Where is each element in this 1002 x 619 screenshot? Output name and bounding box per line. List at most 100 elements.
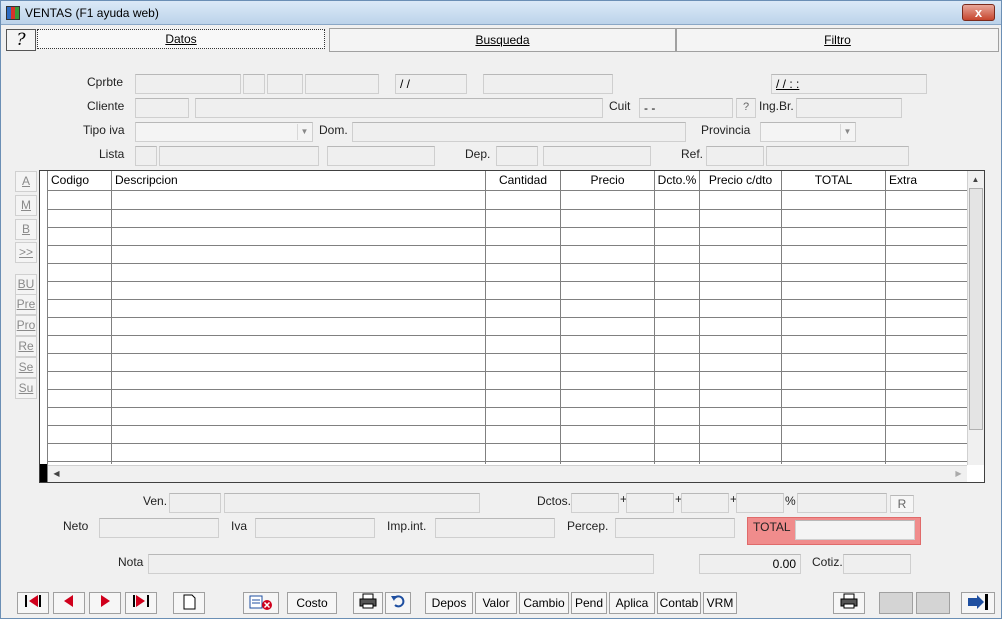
- cprbte-letter-field[interactable]: [243, 74, 265, 94]
- cprbte-extra-field[interactable]: [483, 74, 613, 94]
- ingbr-field[interactable]: [796, 98, 902, 118]
- dcto3-field[interactable]: [681, 493, 729, 513]
- close-button[interactable]: x: [962, 4, 995, 21]
- column-header[interactable]: Cantidad: [486, 171, 561, 191]
- table-row[interactable]: [48, 281, 968, 282]
- column-header[interactable]: Precio c/dto: [700, 171, 782, 191]
- column-header[interactable]: Extra: [886, 171, 968, 191]
- column-header[interactable]: Precio: [561, 171, 655, 191]
- next-record-button[interactable]: [89, 592, 121, 614]
- dep-code-field[interactable]: [496, 146, 538, 166]
- side-button-1[interactable]: M: [15, 195, 37, 216]
- column-header[interactable]: Dcto.%: [655, 171, 700, 191]
- prev-record-button[interactable]: [53, 592, 85, 614]
- cotiz-field[interactable]: [843, 554, 911, 574]
- vrm-button[interactable]: VRM: [703, 592, 737, 614]
- pend-button[interactable]: Pend: [571, 592, 607, 614]
- percep-field[interactable]: [615, 518, 735, 538]
- side-button-0[interactable]: A: [15, 171, 37, 192]
- contab-button[interactable]: Contab: [657, 592, 701, 614]
- tab-filtro[interactable]: Filtro: [676, 28, 999, 52]
- table-row[interactable]: [48, 227, 968, 228]
- iva-field[interactable]: [255, 518, 375, 538]
- lista-code-field[interactable]: [135, 146, 157, 166]
- cambio-button[interactable]: Cambio: [519, 592, 569, 614]
- table-row[interactable]: [48, 371, 968, 372]
- provincia-combo[interactable]: ▼: [760, 122, 856, 142]
- tab-busqueda[interactable]: Busqueda: [329, 28, 676, 52]
- aplica-button[interactable]: Aplica: [609, 592, 655, 614]
- table-row[interactable]: [48, 461, 968, 462]
- side-button-7[interactable]: Re: [15, 336, 37, 357]
- costo-button[interactable]: Costo: [287, 592, 337, 614]
- table-row[interactable]: [48, 353, 968, 354]
- cliente-code-field[interactable]: [135, 98, 189, 118]
- table-row[interactable]: [48, 263, 968, 264]
- undo-button[interactable]: [385, 592, 411, 614]
- table-row[interactable]: [48, 299, 968, 300]
- valor-button[interactable]: Valor: [475, 592, 517, 614]
- help-button[interactable]: ?: [6, 29, 36, 51]
- cprbte-branch-field[interactable]: [267, 74, 303, 94]
- cprbte-date-field[interactable]: / /: [395, 74, 467, 94]
- dcto1-field[interactable]: [571, 493, 619, 513]
- table-row[interactable]: [48, 407, 968, 408]
- side-button-6[interactable]: Pro: [15, 315, 37, 336]
- dcto-total-field[interactable]: [797, 493, 887, 513]
- depos-button[interactable]: Depos: [425, 592, 473, 614]
- first-record-button[interactable]: [17, 592, 49, 614]
- lista-name-field[interactable]: [159, 146, 319, 166]
- side-button-3[interactable]: >>: [15, 242, 37, 263]
- cprbte-type-field[interactable]: [135, 74, 241, 94]
- table-row[interactable]: [48, 317, 968, 318]
- tipoiva-combo[interactable]: ▼: [135, 122, 313, 142]
- cuit-help-button[interactable]: ?: [736, 98, 756, 118]
- column-header[interactable]: Codigo: [48, 171, 112, 191]
- scroll-left-icon[interactable]: ◀: [49, 466, 64, 481]
- amount-field[interactable]: 0.00: [699, 554, 801, 574]
- ref-name-field[interactable]: [766, 146, 909, 166]
- horizontal-scrollbar[interactable]: ◀ ▶: [48, 465, 967, 482]
- blank-button-1[interactable]: [879, 592, 913, 614]
- total-field[interactable]: [795, 520, 915, 540]
- column-header[interactable]: Descripcion: [112, 171, 486, 191]
- dep-name-field[interactable]: [543, 146, 651, 166]
- impint-field[interactable]: [435, 518, 555, 538]
- scroll-thumb[interactable]: [969, 188, 983, 430]
- delete-button[interactable]: [243, 592, 279, 614]
- table-row[interactable]: [48, 389, 968, 390]
- cprbte-number-field[interactable]: [305, 74, 379, 94]
- vertical-scrollbar[interactable]: ▲: [967, 171, 984, 465]
- ven-name-field[interactable]: [224, 493, 480, 513]
- dcto2-field[interactable]: [626, 493, 674, 513]
- cliente-name-field[interactable]: [195, 98, 603, 118]
- print-preview-button[interactable]: [833, 592, 865, 614]
- scroll-up-icon[interactable]: ▲: [968, 172, 983, 187]
- ref-code-field[interactable]: [706, 146, 764, 166]
- cuit-field[interactable]: - -: [639, 98, 733, 118]
- table-row[interactable]: [48, 443, 968, 444]
- dom-field[interactable]: [352, 122, 686, 142]
- new-document-button[interactable]: [173, 592, 205, 614]
- table-row[interactable]: [48, 209, 968, 210]
- side-button-2[interactable]: B: [15, 219, 37, 240]
- neto-field[interactable]: [99, 518, 219, 538]
- table-row[interactable]: [48, 425, 968, 426]
- side-button-5[interactable]: Pre: [15, 294, 37, 315]
- datetime-field[interactable]: / / : :: [771, 74, 927, 94]
- scroll-right-icon[interactable]: ▶: [951, 466, 966, 481]
- exit-button[interactable]: [961, 592, 995, 614]
- table-row[interactable]: [48, 335, 968, 336]
- column-header[interactable]: TOTAL: [782, 171, 886, 191]
- table-row[interactable]: [48, 245, 968, 246]
- items-grid[interactable]: Codigo Descripcion Cantidad Precio Dcto.% Pre…: [39, 170, 985, 483]
- ven-code-field[interactable]: [169, 493, 221, 513]
- side-button-4[interactable]: BU: [15, 274, 37, 295]
- side-button-8[interactable]: Se: [15, 357, 37, 378]
- tab-datos[interactable]: Datos: [37, 29, 325, 49]
- print-button[interactable]: [353, 592, 383, 614]
- dcto4-field[interactable]: [736, 493, 784, 513]
- side-button-9[interactable]: Su: [15, 378, 37, 399]
- blank-button-2[interactable]: [916, 592, 950, 614]
- lista-extra-field[interactable]: [327, 146, 435, 166]
